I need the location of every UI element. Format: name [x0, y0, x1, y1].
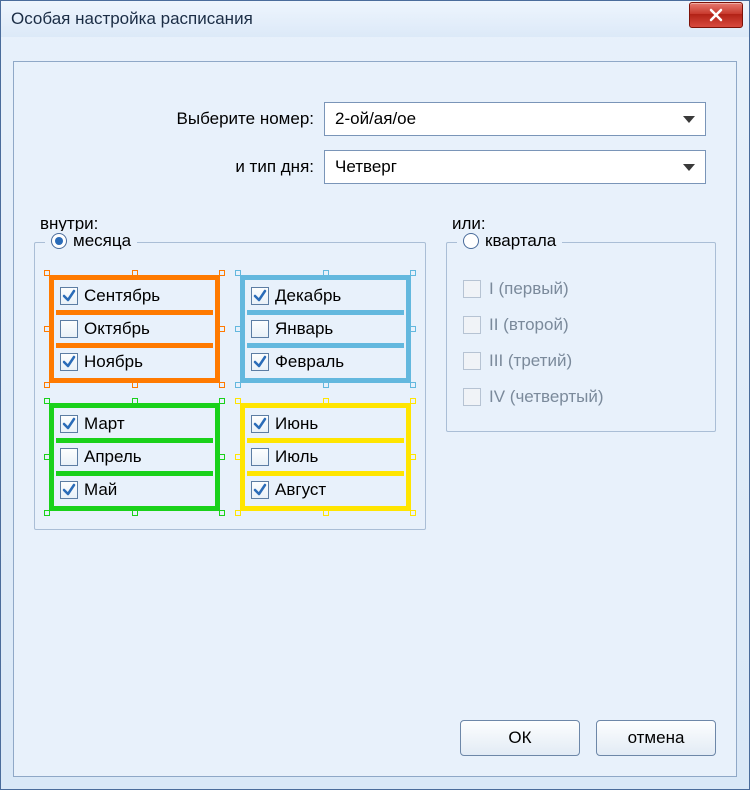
- month-cell: Март: [56, 410, 213, 438]
- month-checkbox[interactable]: [60, 287, 78, 305]
- month-cell: Декабрь: [247, 282, 404, 310]
- quarters-list: I (первый) II (второй) III (третий) IV (чет…: [447, 261, 715, 431]
- titlebar: Особая настройка расписания: [1, 1, 749, 37]
- month-label: Апрель: [84, 447, 142, 467]
- month-label: Март: [84, 414, 125, 434]
- month-label: Октябрь: [84, 319, 150, 339]
- month-cell: Апрель: [56, 438, 213, 471]
- close-icon: [709, 8, 723, 22]
- month-checkbox[interactable]: [251, 287, 269, 305]
- month-label: Июль: [275, 447, 318, 467]
- quarter-label: IV (четвертый): [489, 387, 604, 407]
- month-checkbox[interactable]: [60, 448, 78, 466]
- month-cell: Февраль: [247, 343, 404, 376]
- month-label: Май: [84, 480, 117, 500]
- month-radio[interactable]: [51, 233, 67, 249]
- month-checkbox[interactable]: [251, 415, 269, 433]
- daytype-select-value: Четверг: [335, 157, 397, 177]
- month-label: Июнь: [275, 414, 318, 434]
- month-cell: Январь: [247, 310, 404, 343]
- number-select[interactable]: 2-ой/ая/ое: [324, 102, 706, 136]
- quarter-row: II (второй): [463, 307, 699, 343]
- close-button[interactable]: [689, 2, 743, 28]
- month-cell: Июль: [247, 438, 404, 471]
- daytype-select[interactable]: Четверг: [324, 150, 706, 184]
- quarter-checkbox: [463, 388, 481, 406]
- month-cell: Июнь: [247, 410, 404, 438]
- month-cell: Май: [56, 471, 213, 504]
- month-cell: Сентябрь: [56, 282, 213, 310]
- season-yellow: Июнь Июль Август: [236, 399, 415, 515]
- window-title: Особая настройка расписания: [11, 9, 689, 29]
- chevron-down-icon: [683, 164, 695, 171]
- number-select-value: 2-ой/ая/ое: [335, 109, 416, 129]
- season-orange: Сентябрь Октябрь Ноябрь: [45, 271, 224, 387]
- quarter-checkbox: [463, 316, 481, 334]
- quarter-label: I (первый): [489, 279, 569, 299]
- number-label: Выберите номер:: [44, 109, 324, 129]
- month-checkbox[interactable]: [60, 353, 78, 371]
- month-label: Ноябрь: [84, 352, 143, 372]
- month-checkbox[interactable]: [251, 448, 269, 466]
- month-checkbox[interactable]: [251, 353, 269, 371]
- ok-button[interactable]: ОК: [460, 720, 580, 756]
- month-cell: Октябрь: [56, 310, 213, 343]
- month-panel: внутри: месяца СентябрьОктябрьНоябрьДека…: [34, 214, 426, 530]
- month-checkbox[interactable]: [60, 481, 78, 499]
- daytype-row: и тип дня: Четверг: [44, 150, 706, 184]
- quarter-panel: или: квартала I (первый)II (второй)III (…: [446, 214, 716, 530]
- quarter-radio-label: квартала: [485, 231, 556, 251]
- month-label: Август: [275, 480, 326, 500]
- quarter-checkbox: [463, 280, 481, 298]
- cancel-button[interactable]: отмена: [596, 720, 716, 756]
- number-row: Выберите номер: 2-ой/ая/ое: [44, 102, 706, 136]
- quarter-checkbox: [463, 352, 481, 370]
- month-label: Декабрь: [275, 286, 341, 306]
- season-blue: Декабрь Январь Февраль: [236, 271, 415, 387]
- month-checkbox[interactable]: [251, 481, 269, 499]
- month-label: Февраль: [275, 352, 344, 372]
- quarter-row: I (первый): [463, 271, 699, 307]
- quarter-label: II (второй): [489, 315, 569, 335]
- quarter-row: III (третий): [463, 343, 699, 379]
- quarter-radio[interactable]: [463, 233, 479, 249]
- quarter-row: IV (четвертый): [463, 379, 699, 415]
- quarter-groupbox: квартала I (первый)II (второй)III (трети…: [446, 242, 716, 432]
- month-groupbox: месяца СентябрьОктябрьНоябрьДекабрьЯнвар…: [34, 242, 426, 530]
- month-checkbox[interactable]: [251, 320, 269, 338]
- month-radio-label: месяца: [73, 231, 131, 251]
- panels: внутри: месяца СентябрьОктябрьНоябрьДека…: [34, 214, 716, 530]
- season-green: Март Апрель Май: [45, 399, 224, 515]
- month-label: Январь: [275, 319, 333, 339]
- month-label: Сентябрь: [84, 286, 160, 306]
- dialog-window: Особая настройка расписания Выберите ном…: [0, 0, 750, 790]
- chevron-down-icon: [683, 116, 695, 123]
- month-checkbox[interactable]: [60, 415, 78, 433]
- dialog-buttons: ОК отмена: [460, 720, 716, 756]
- content-frame: Выберите номер: 2-ой/ая/ое и тип дня: Че…: [13, 61, 737, 777]
- month-cell: Август: [247, 471, 404, 504]
- quarter-label: III (третий): [489, 351, 572, 371]
- daytype-label: и тип дня:: [44, 157, 324, 177]
- month-checkbox[interactable]: [60, 320, 78, 338]
- months-grid: Сентябрь Октябрь Ноябрь Декабрь Январь Феврал…: [35, 261, 425, 529]
- month-cell: Ноябрь: [56, 343, 213, 376]
